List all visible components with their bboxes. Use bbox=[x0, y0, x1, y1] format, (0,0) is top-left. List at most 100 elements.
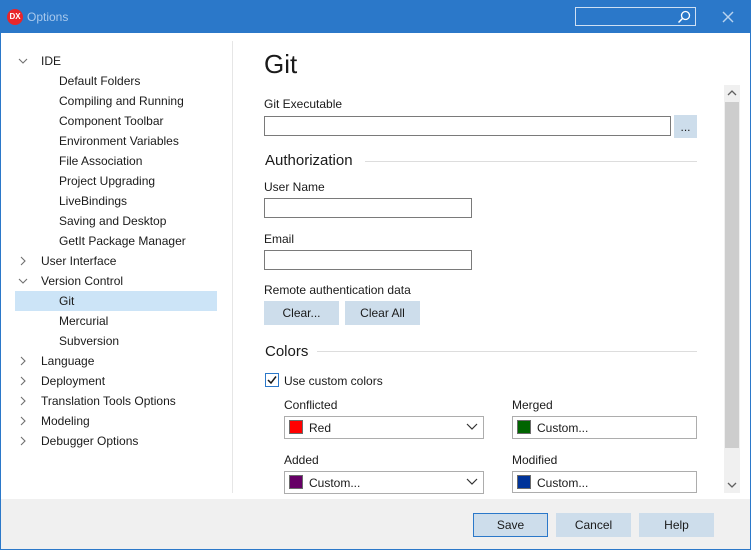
color-swatch bbox=[517, 475, 531, 489]
tree-item[interactable]: Deployment bbox=[15, 371, 217, 391]
tree-item[interactable]: Modeling bbox=[15, 411, 217, 431]
tree-item-label: Compiling and Running bbox=[59, 94, 184, 108]
page-title: Git bbox=[264, 49, 298, 79]
tree-item[interactable]: Language bbox=[15, 351, 217, 371]
email-label: Email bbox=[264, 232, 295, 246]
combo-value: Custom... bbox=[537, 421, 589, 435]
color-swatch bbox=[289, 475, 303, 489]
chevron-down-icon bbox=[466, 423, 478, 430]
clear-all-button[interactable]: Clear All bbox=[345, 301, 420, 325]
close-icon[interactable] bbox=[718, 8, 738, 26]
authorization-divider bbox=[365, 161, 697, 162]
tree-item-label: Saving and Desktop bbox=[59, 214, 167, 228]
tree-item-label: Git bbox=[59, 294, 75, 308]
help-button[interactable]: Help bbox=[639, 513, 714, 537]
tree-item[interactable]: Component Toolbar bbox=[15, 111, 217, 131]
merged-label: Merged bbox=[512, 398, 553, 412]
merged-color-combo[interactable]: Custom... bbox=[512, 416, 697, 439]
chevron-down-icon[interactable] bbox=[18, 56, 28, 66]
chevron-right-icon[interactable] bbox=[18, 416, 28, 426]
modified-color-combo[interactable]: Custom... bbox=[512, 471, 697, 493]
checkmark-icon bbox=[267, 376, 277, 385]
user-name-label: User Name bbox=[264, 180, 325, 194]
tree-item[interactable]: User Interface bbox=[15, 251, 217, 271]
browse-button[interactable]: ... bbox=[674, 115, 697, 138]
conflicted-label: Conflicted bbox=[284, 398, 338, 412]
tree-item[interactable]: Environment Variables bbox=[15, 131, 217, 151]
search-icon[interactable] bbox=[677, 10, 691, 24]
tree-item-label: Translation Tools Options bbox=[41, 394, 176, 408]
tree-item-label: Modeling bbox=[41, 414, 90, 428]
chevron-right-icon[interactable] bbox=[18, 356, 28, 366]
tree-item-label: Default Folders bbox=[59, 74, 141, 88]
app-logo-icon: DX bbox=[7, 9, 23, 25]
tree-item[interactable]: IDE bbox=[15, 51, 217, 71]
chevron-right-icon[interactable] bbox=[18, 256, 28, 266]
clear-button[interactable]: Clear... bbox=[264, 301, 339, 325]
added-color-combo[interactable]: Custom... bbox=[284, 471, 484, 494]
use-custom-colors-label[interactable]: Use custom colors bbox=[284, 374, 383, 388]
tree-item-label: GetIt Package Manager bbox=[59, 234, 186, 248]
colors-divider bbox=[317, 351, 697, 352]
combo-value: Custom... bbox=[309, 476, 361, 490]
save-button[interactable]: Save bbox=[473, 513, 548, 537]
pane-splitter[interactable] bbox=[232, 41, 233, 493]
tree-item-label: IDE bbox=[41, 54, 62, 68]
tree-item-label: File Association bbox=[59, 154, 143, 168]
chevron-down-icon bbox=[466, 478, 478, 485]
tree-item-label: Subversion bbox=[59, 334, 120, 348]
tree-item[interactable]: Translation Tools Options bbox=[15, 391, 217, 411]
scroll-down-arrow-icon[interactable] bbox=[724, 477, 740, 493]
tree-item[interactable]: Default Folders bbox=[15, 71, 217, 91]
tree-item[interactable]: Debugger Options bbox=[15, 431, 217, 451]
options-search-box[interactable] bbox=[575, 7, 696, 26]
tree-item[interactable]: Compiling and Running bbox=[15, 91, 217, 111]
colors-heading: Colors bbox=[265, 343, 309, 360]
authorization-heading: Authorization bbox=[265, 152, 353, 169]
color-swatch bbox=[289, 420, 303, 434]
added-label: Added bbox=[284, 453, 319, 467]
tree-item[interactable]: GetIt Package Manager bbox=[15, 231, 217, 251]
tree-item-label: Environment Variables bbox=[59, 134, 179, 148]
tree-item-label: Project Upgrading bbox=[59, 174, 156, 188]
modified-label: Modified bbox=[512, 453, 558, 467]
window-title: Options bbox=[27, 10, 69, 24]
scrollbar-thumb[interactable] bbox=[725, 102, 739, 448]
tree-item[interactable]: Mercurial bbox=[15, 311, 217, 331]
tree-item-label: User Interface bbox=[41, 254, 117, 268]
tree-item-label: Mercurial bbox=[59, 314, 109, 328]
tree-item[interactable]: Subversion bbox=[15, 331, 217, 351]
combo-value: Custom... bbox=[537, 476, 589, 490]
content-scrollbar[interactable] bbox=[724, 85, 740, 493]
use-custom-colors-checkbox[interactable] bbox=[265, 373, 279, 387]
tree-item[interactable]: Version Control bbox=[15, 271, 217, 291]
title-bar: DX Options bbox=[1, 1, 750, 33]
tree-item[interactable]: File Association bbox=[15, 151, 217, 171]
email-input[interactable] bbox=[264, 250, 472, 270]
tree-item[interactable]: Git bbox=[15, 291, 217, 311]
tree-item-label: Deployment bbox=[41, 374, 106, 388]
tree-item-label: Version Control bbox=[41, 274, 124, 288]
tree-item-label: Debugger Options bbox=[41, 434, 139, 448]
tree-item[interactable]: Saving and Desktop bbox=[15, 211, 217, 231]
tree-item-label: Language bbox=[41, 354, 95, 368]
scroll-up-arrow-icon[interactable] bbox=[724, 85, 740, 101]
chevron-right-icon[interactable] bbox=[18, 376, 28, 386]
user-name-input[interactable] bbox=[264, 198, 472, 218]
color-swatch bbox=[517, 420, 531, 434]
chevron-right-icon[interactable] bbox=[18, 436, 28, 446]
options-window: DX Options IDE Default Folders Compiling a… bbox=[0, 0, 751, 550]
conflicted-color-combo[interactable]: Red bbox=[284, 416, 484, 439]
chevron-down-icon[interactable] bbox=[18, 276, 28, 286]
git-executable-input[interactable] bbox=[264, 116, 671, 136]
cancel-button[interactable]: Cancel bbox=[556, 513, 631, 537]
tree-item-label: Component Toolbar bbox=[59, 114, 164, 128]
options-tree: IDE Default Folders Compiling and Running C… bbox=[15, 51, 218, 491]
options-search-input[interactable] bbox=[578, 9, 678, 24]
dialog-footer: Save Cancel Help bbox=[1, 499, 750, 549]
tree-item[interactable]: LiveBindings bbox=[15, 191, 217, 211]
tree-item-label: LiveBindings bbox=[59, 194, 128, 208]
tree-item[interactable]: Project Upgrading bbox=[15, 171, 217, 191]
chevron-right-icon[interactable] bbox=[18, 396, 28, 406]
remote-auth-label: Remote authentication data bbox=[264, 283, 411, 297]
